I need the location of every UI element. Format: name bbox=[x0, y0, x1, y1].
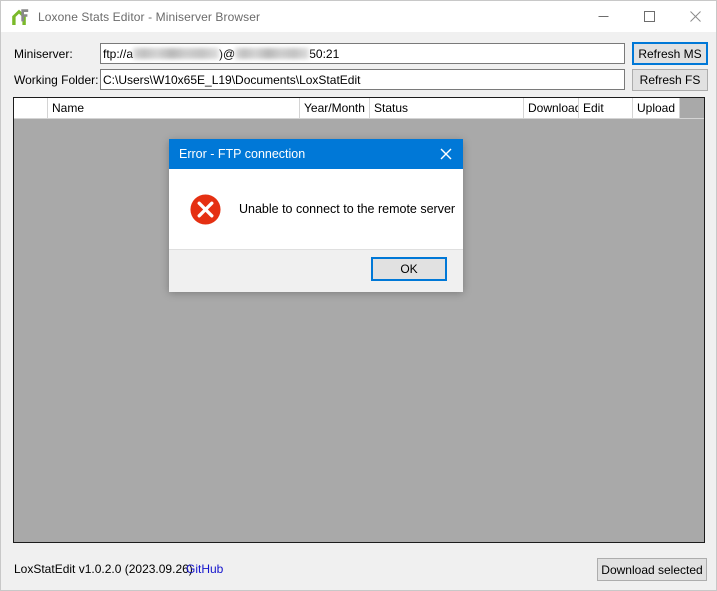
miniserver-label: Miniserver: bbox=[14, 47, 73, 61]
grid-column-header-download[interactable]: Download bbox=[524, 98, 579, 118]
maximize-button[interactable] bbox=[626, 1, 672, 32]
dialog-body: Unable to connect to the remote server bbox=[169, 169, 463, 249]
miniserver-value-middle: )@ bbox=[219, 46, 236, 61]
download-selected-button[interactable]: Download selected bbox=[597, 558, 707, 581]
close-button[interactable] bbox=[672, 1, 716, 32]
close-icon bbox=[689, 11, 701, 22]
close-icon bbox=[440, 148, 452, 160]
miniserver-value-prefix: ftp://a bbox=[103, 46, 134, 61]
maximize-icon bbox=[643, 11, 655, 22]
grid-column-header-name[interactable]: Name bbox=[48, 98, 300, 118]
grid-column-header-edit[interactable]: Edit bbox=[579, 98, 633, 118]
miniserver-redacted-user bbox=[133, 48, 220, 59]
window-titlebar: Loxone Stats Editor - Miniserver Browser bbox=[1, 1, 716, 32]
working-folder-label: Working Folder: bbox=[14, 73, 99, 87]
github-link[interactable]: GitHub bbox=[186, 562, 223, 576]
grid-column-header-upload[interactable]: Upload bbox=[633, 98, 680, 118]
window-title: Loxone Stats Editor - Miniserver Browser bbox=[38, 9, 261, 24]
refresh-fs-button[interactable]: Refresh FS bbox=[632, 69, 708, 91]
grid-header-row: Name Year/Month Status Download Edit Upl… bbox=[14, 98, 704, 119]
loxone-house-icon bbox=[12, 8, 29, 25]
miniserver-input[interactable]: ftp://a )@ 50:21 bbox=[100, 43, 625, 64]
dialog-message: Unable to connect to the remote server bbox=[239, 202, 456, 216]
version-label: LoxStatEdit v1.0.2.0 (2023.09.26) bbox=[14, 562, 193, 576]
minimize-button[interactable] bbox=[580, 1, 626, 32]
minimize-icon bbox=[598, 16, 608, 17]
refresh-ms-button[interactable]: Refresh MS bbox=[632, 42, 708, 65]
working-folder-input[interactable]: C:\Users\W10x65E_L19\Documents\LoxStatEd… bbox=[100, 69, 625, 90]
window-controls bbox=[580, 1, 716, 32]
miniserver-value-suffix: 50:21 bbox=[309, 46, 340, 61]
dialog-ok-button[interactable]: OK bbox=[371, 257, 447, 281]
grid-column-header-filler bbox=[680, 98, 704, 118]
grid-column-header-status[interactable]: Status bbox=[370, 98, 524, 118]
dialog-titlebar: Error - FTP connection bbox=[169, 139, 463, 169]
application-window: Loxone Stats Editor - Miniserver Browser bbox=[0, 0, 717, 591]
grid-column-header-year-month[interactable]: Year/Month bbox=[300, 98, 370, 118]
grid-column-header-select[interactable] bbox=[14, 98, 48, 118]
dialog-footer: OK bbox=[169, 249, 463, 292]
miniserver-redacted-host bbox=[235, 48, 310, 59]
error-dialog: Error - FTP connection Unable to connect… bbox=[169, 139, 463, 292]
dialog-title: Error - FTP connection bbox=[179, 147, 306, 161]
error-circle-icon bbox=[190, 193, 221, 225]
dialog-close-button[interactable] bbox=[429, 139, 463, 169]
